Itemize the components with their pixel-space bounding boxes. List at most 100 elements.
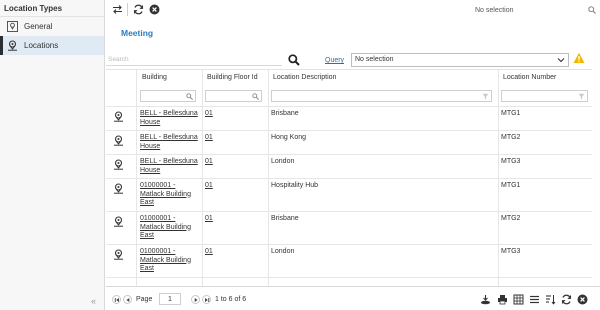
floor-link[interactable]: 01 bbox=[205, 158, 213, 167]
building-link-line[interactable]: East bbox=[140, 232, 154, 239]
building-link-line[interactable]: House bbox=[140, 143, 160, 150]
location-pin-icon bbox=[113, 111, 124, 124]
sort-icon[interactable] bbox=[545, 294, 556, 305]
description-cell: Brisbane bbox=[271, 215, 299, 222]
first-page-button[interactable] bbox=[112, 295, 121, 304]
table-row[interactable]: BELL - Bellesduna House 01 London MTG3 bbox=[106, 154, 592, 178]
building-cell[interactable]: 01000001 - Matlack Building East bbox=[140, 215, 191, 241]
swap-icon[interactable] bbox=[112, 4, 123, 15]
building-link-line[interactable]: East bbox=[140, 199, 154, 206]
filter-icon bbox=[578, 93, 585, 100]
general-location-icon bbox=[7, 21, 18, 32]
number-cell: MTG1 bbox=[501, 110, 521, 117]
sidebar-item-label: Locations bbox=[24, 41, 59, 50]
print-icon[interactable] bbox=[497, 294, 508, 305]
table-row[interactable]: 01000001 - Matlack Building East 01 Bris… bbox=[106, 211, 592, 244]
building-cell[interactable]: BELL - Bellesduna House bbox=[140, 134, 198, 151]
number-cell: MTG3 bbox=[501, 158, 521, 165]
sidebar-item-general[interactable]: General bbox=[0, 17, 104, 36]
import-icon[interactable] bbox=[480, 294, 491, 305]
search-icon[interactable] bbox=[288, 54, 300, 68]
building-link-line[interactable]: Matlack Building bbox=[140, 257, 191, 264]
building-link-line[interactable]: 01000001 - bbox=[140, 248, 175, 255]
location-pin-icon bbox=[113, 135, 124, 148]
building-link-line[interactable]: House bbox=[140, 119, 160, 126]
building-link-line[interactable]: 01000001 - bbox=[140, 182, 175, 189]
location-pin-icon bbox=[7, 40, 18, 51]
building-cell[interactable]: 01000001 - Matlack Building East bbox=[140, 182, 191, 208]
selection-text: No selection bbox=[475, 7, 514, 14]
table-row[interactable]: 01000001 - Matlack Building East 01 Lond… bbox=[106, 244, 592, 278]
number-cell: MTG1 bbox=[501, 182, 521, 189]
location-pin-icon bbox=[113, 216, 124, 229]
building-link-line[interactable]: Matlack Building bbox=[140, 191, 191, 198]
page-number-input[interactable] bbox=[159, 293, 181, 305]
search-input[interactable] bbox=[106, 54, 282, 66]
description-filter-input[interactable] bbox=[271, 90, 492, 102]
prev-page-button[interactable] bbox=[123, 295, 132, 304]
grid-footer: Page 1 to 6 of 6 bbox=[106, 286, 600, 310]
floor-filter-input[interactable] bbox=[205, 90, 262, 102]
column-header-floor[interactable]: Building Floor Id bbox=[205, 70, 258, 85]
number-cell: MTG3 bbox=[501, 248, 521, 255]
table-row[interactable]: BELL - Bellesduna House 01 Hong Kong MTG… bbox=[106, 130, 592, 154]
record-title: Meeting bbox=[121, 28, 154, 38]
toolbar: No selection bbox=[106, 0, 600, 19]
location-pin-icon bbox=[113, 183, 124, 196]
filter-icon bbox=[482, 93, 489, 100]
description-cell: London bbox=[271, 158, 295, 165]
building-link-line[interactable]: BELL - Bellesduna bbox=[140, 110, 198, 117]
search-icon bbox=[186, 93, 193, 100]
column-header-number[interactable]: Location Number bbox=[501, 70, 556, 85]
number-cell: MTG2 bbox=[501, 215, 521, 222]
floor-link[interactable]: 01 bbox=[205, 182, 213, 191]
close-icon[interactable] bbox=[149, 4, 160, 15]
column-header-description[interactable]: Location Description bbox=[271, 70, 336, 85]
floor-link[interactable]: 01 bbox=[205, 248, 213, 257]
location-types-panel: Location Types General Locations « bbox=[0, 0, 105, 310]
query-select[interactable]: No selection bbox=[351, 53, 569, 67]
column-header-building[interactable]: Building bbox=[140, 70, 167, 85]
floor-link[interactable]: 01 bbox=[205, 134, 213, 143]
collapse-panel-icon[interactable]: « bbox=[91, 296, 96, 306]
building-cell[interactable]: BELL - Bellesduna House bbox=[140, 158, 198, 175]
building-link-line[interactable]: 01000001 - bbox=[140, 215, 175, 222]
building-link-line[interactable]: Matlack Building bbox=[140, 224, 191, 231]
sidebar-item-locations[interactable]: Locations bbox=[0, 36, 104, 55]
close-icon[interactable] bbox=[577, 294, 588, 305]
columns-icon[interactable] bbox=[513, 294, 524, 305]
building-link-line[interactable]: East bbox=[140, 265, 154, 272]
building-filter-input[interactable] bbox=[140, 90, 196, 102]
search-icon bbox=[252, 93, 259, 100]
description-cell: Hospitality Hub bbox=[271, 182, 319, 189]
description-cell: London bbox=[271, 248, 295, 255]
last-page-button[interactable] bbox=[202, 295, 211, 304]
floor-link[interactable]: 01 bbox=[205, 110, 213, 119]
table-row[interactable]: BELL - Bellesduna House 01 Brisbane MTG1 bbox=[106, 106, 592, 130]
number-filter-input[interactable] bbox=[501, 90, 588, 102]
page-label: Page bbox=[136, 296, 153, 303]
location-pin-icon bbox=[113, 159, 124, 172]
floor-link[interactable]: 01 bbox=[205, 215, 213, 224]
query-select-value: No selection bbox=[355, 56, 394, 63]
panel-title: Location Types bbox=[0, 0, 104, 17]
chevron-down-icon bbox=[557, 56, 565, 69]
warning-icon bbox=[573, 52, 585, 66]
list-view-icon[interactable] bbox=[529, 294, 540, 305]
refresh-icon[interactable] bbox=[561, 294, 572, 305]
table-row[interactable]: 01000001 - Matlack Building East 01 Hosp… bbox=[106, 178, 592, 211]
pager-next: 1 to 6 of 6 bbox=[191, 295, 246, 304]
search-icon[interactable] bbox=[588, 6, 596, 16]
building-cell[interactable]: 01000001 - Matlack Building East bbox=[140, 248, 191, 274]
building-link-line[interactable]: House bbox=[140, 167, 160, 174]
building-link-line[interactable]: BELL - Bellesduna bbox=[140, 158, 198, 165]
description-cell: Brisbane bbox=[271, 110, 299, 117]
main-area: No selection Meeting Query No selection bbox=[106, 0, 600, 310]
building-link-line[interactable]: BELL - Bellesduna bbox=[140, 134, 198, 141]
data-grid: Building Building Floor Id Location Desc… bbox=[106, 69, 592, 287]
next-page-button[interactable] bbox=[191, 295, 200, 304]
query-link[interactable]: Query bbox=[325, 57, 344, 64]
refresh-icon[interactable] bbox=[133, 4, 144, 15]
pager-first: Page bbox=[112, 295, 152, 304]
building-cell[interactable]: BELL - Bellesduna House bbox=[140, 110, 198, 127]
